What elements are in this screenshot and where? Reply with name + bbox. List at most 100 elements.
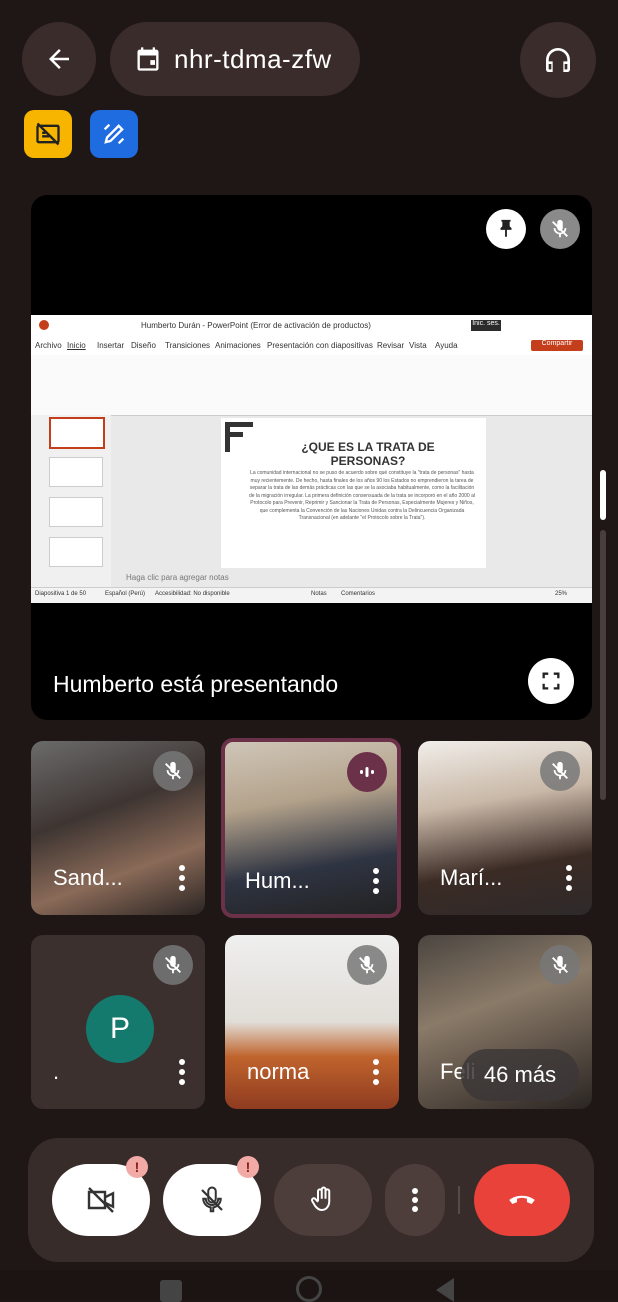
presentation-mic-off [540, 209, 580, 249]
slide-title: ¿QUE ES LA TRATA DE PERSONAS? [301, 440, 435, 468]
whiteboard-icon [103, 123, 125, 145]
back-nav-icon[interactable] [436, 1278, 454, 1302]
end-call-icon [509, 1195, 535, 1204]
participant-name: Hum... [245, 868, 310, 893]
camera-alert-badge: ! [126, 1156, 148, 1178]
mic-off-indicator [153, 751, 193, 791]
more-participants-button[interactable]: 46 más [461, 1049, 579, 1101]
slide-thumbnail [49, 457, 103, 487]
arrow-left-icon [49, 49, 69, 69]
mic-off-icon [552, 955, 568, 974]
back-button[interactable] [22, 22, 96, 96]
no-captions-icon [36, 122, 60, 146]
fullscreen-icon [542, 672, 560, 690]
menu-archivo: Archivo [35, 341, 62, 350]
mic-off-icon [165, 761, 181, 780]
slide-body: La comunidad internacional no se puso de… [249, 470, 475, 521]
presenting-caption: Humberto está presentando [53, 671, 339, 697]
slide-thumbnails [31, 415, 111, 587]
sign-in-button: Inic. ses. [471, 320, 501, 331]
status-zoom: 25% [555, 591, 568, 597]
calendar-icon [137, 47, 159, 71]
slide-thumbnail [49, 537, 103, 567]
meeting-info-chip[interactable]: nhr-tdma-zfw [110, 22, 360, 96]
end-call-button[interactable] [474, 1164, 570, 1236]
fullscreen-button[interactable] [528, 658, 574, 704]
participant-tile-active-speaker[interactable]: Hum... [221, 738, 401, 918]
participant-name: . [53, 1059, 60, 1084]
mic-alert-badge: ! [237, 1156, 259, 1178]
status-accessibility: Accesibilidad: No disponible [155, 591, 230, 597]
whiteboard-badge[interactable] [90, 110, 138, 158]
menu-transiciones: Transiciones [165, 341, 211, 350]
participant-tile[interactable]: norma [225, 935, 399, 1109]
participant-options-button[interactable] [179, 1059, 185, 1085]
status-notes: Notas [311, 591, 327, 597]
mic-off-indicator [347, 945, 387, 985]
controls-divider [458, 1186, 460, 1214]
pin-icon [500, 219, 512, 238]
headphones-icon [546, 48, 570, 72]
raise-hand-icon [311, 1186, 331, 1212]
ppt-menu-bar: Archivo Inicio Insertar Diseño Transicio… [31, 337, 592, 355]
mic-off-indicator [540, 945, 580, 985]
participant-name: Marí... [440, 865, 503, 890]
menu-insertar: Insertar [97, 341, 125, 350]
mic-toggle-button[interactable]: ! [163, 1156, 261, 1236]
ppt-window-title: Humberto Durán - PowerPoint (Error de ac… [141, 321, 371, 330]
avatar: P [86, 995, 154, 1063]
scrollbar[interactable] [600, 470, 606, 800]
call-controls-bar: ! ! [28, 1138, 594, 1262]
captions-off-badge[interactable] [24, 110, 72, 158]
ppt-ribbon [31, 355, 592, 416]
audio-wave-icon [360, 767, 374, 777]
notes-placeholder: Haga clic para agregar notas [126, 573, 229, 582]
menu-animaciones: Animaciones [215, 341, 261, 350]
more-vert-icon [412, 1188, 418, 1212]
slide-thumbnail [49, 417, 105, 449]
menu-diseno: Diseño [131, 341, 156, 350]
slide-thumbnail [49, 497, 103, 527]
home-icon[interactable] [296, 1276, 322, 1302]
more-options-button[interactable] [385, 1164, 445, 1236]
recents-icon[interactable] [160, 1280, 182, 1302]
menu-ayuda: Ayuda [435, 341, 458, 350]
mic-off-icon [359, 955, 375, 974]
participant-tile[interactable]: Sand... [31, 741, 205, 915]
share-button: Compartir [531, 340, 583, 351]
current-slide: ¿QUE ES LA TRATA DE PERSONAS? La comunid… [221, 418, 486, 568]
camera-toggle-button[interactable]: ! [52, 1156, 150, 1236]
participant-name: Sand... [53, 865, 123, 890]
mic-off-indicator [153, 945, 193, 985]
participant-tile[interactable]: Marí... [418, 741, 592, 915]
menu-inicio: Inicio [67, 341, 86, 350]
participant-options-button[interactable] [373, 868, 379, 894]
participant-name: norma [247, 1059, 310, 1084]
pin-button[interactable] [486, 209, 526, 249]
menu-revisar: Revisar [377, 341, 405, 350]
raise-hand-button[interactable] [274, 1164, 372, 1236]
audio-output-button[interactable] [520, 22, 596, 98]
mic-off-icon [552, 219, 568, 238]
ppt-title-bar: Humberto Durán - PowerPoint (Error de ac… [31, 315, 592, 338]
menu-vista: Vista [409, 341, 427, 350]
status-language: Español (Perú) [105, 591, 146, 597]
slide-logo [225, 422, 255, 452]
ppt-status-bar: Diapositiva 1 de 50 Español (Perú) Acces… [31, 587, 592, 603]
participant-options-button[interactable] [179, 865, 185, 891]
speaking-indicator [347, 752, 387, 792]
participant-tile[interactable]: P . [31, 935, 205, 1109]
status-slide-count: Diapositiva 1 de 50 [35, 591, 87, 597]
shared-screen: Humberto Durán - PowerPoint (Error de ac… [31, 315, 592, 603]
mic-off-indicator [540, 751, 580, 791]
mic-off-icon [552, 761, 568, 780]
participant-options-button[interactable] [373, 1059, 379, 1085]
powerpoint-logo-icon [39, 320, 49, 330]
status-comments: Comentarios [341, 591, 376, 597]
meeting-code: nhr-tdma-zfw [174, 43, 332, 74]
presentation-tile[interactable]: Humberto Durán - PowerPoint (Error de ac… [31, 195, 592, 720]
camera-off-icon [87, 1187, 115, 1213]
mic-off-icon [201, 1186, 223, 1213]
mic-off-icon [165, 955, 181, 974]
participant-options-button[interactable] [566, 865, 572, 891]
